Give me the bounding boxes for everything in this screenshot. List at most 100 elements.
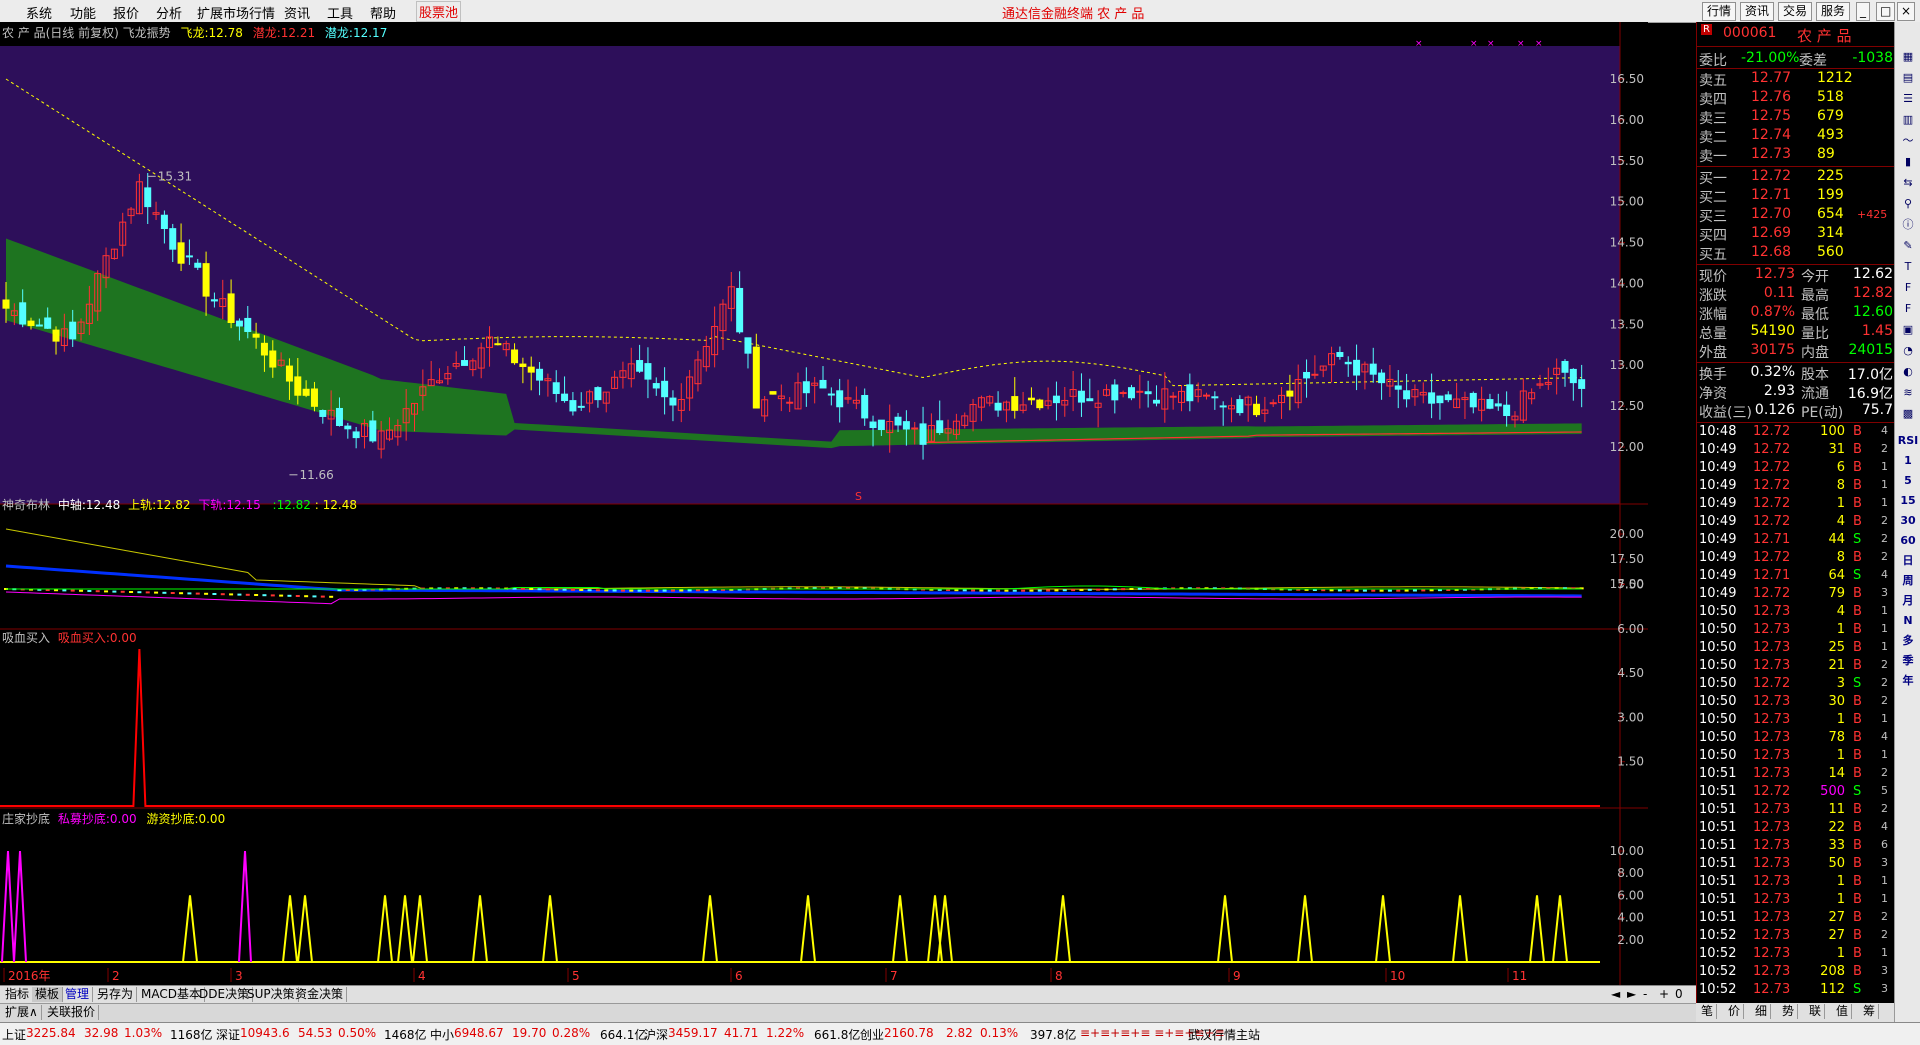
f-icon[interactable]: ▣ [1897,321,1919,339]
tick-count: 2 [1881,514,1888,527]
info-icon[interactable]: ⓘ [1897,216,1919,234]
menu-help[interactable]: 帮助 [370,3,396,22]
boll-candle [137,591,142,594]
candle-body [227,293,235,324]
close-icon[interactable]: × [1897,2,1916,21]
server-name[interactable]: 武汉行情主站 [1188,1026,1260,1043]
candle-icon[interactable]: ▮ [1897,153,1919,171]
bid-price[interactable]: 12.71 [1751,187,1791,203]
tab-related-quote[interactable]: 关联报价 [44,1005,100,1020]
compare-icon[interactable]: ⇆ [1897,174,1919,192]
stat-label: 涨幅 [1699,307,1727,323]
scroll-left-button[interactable]: ◄ [1608,987,1623,1002]
period-button[interactable]: N [1897,612,1919,630]
bid-volume: 199 [1817,187,1844,203]
period-button[interactable]: 年 [1897,672,1919,690]
boll-candle [554,588,559,591]
reset-button[interactable]: 0 [1672,987,1686,1002]
rsi-icon[interactable]: ≋ [1897,384,1919,402]
p4-axis-label: 6.00 [1617,888,1644,902]
tab-save-as[interactable]: 另存为 [94,987,138,1002]
menu-extended-market[interactable]: 扩展市场行情 [197,3,275,22]
text-icon[interactable]: T [1897,258,1919,276]
quote-tab[interactable]: 细 [1752,1004,1772,1019]
stat-label: 现价 [1699,269,1727,285]
bid-change: +425 [1857,208,1888,221]
quote-tab[interactable]: 价 [1725,1004,1745,1019]
tab-manage[interactable]: 管理 [62,987,94,1002]
tab-indicator[interactable]: 指标 [2,987,34,1002]
boll-candle [104,590,109,593]
pie-icon[interactable]: ◐ [1897,363,1919,381]
zoom-in-button[interactable]: + [1656,987,1672,1002]
ask-price[interactable]: 12.73 [1751,146,1791,162]
menu-analysis[interactable]: 分析 [156,3,182,22]
period-button[interactable]: 月 [1897,592,1919,610]
period-button[interactable]: 多 [1897,632,1919,650]
ask-price[interactable]: 12.74 [1751,127,1791,143]
candle-body [1186,384,1194,402]
quote-tab[interactable]: 笔 [1698,1004,1718,1019]
list-icon[interactable]: ☰ [1897,90,1919,108]
nav-quote-button[interactable]: 行情 [1702,2,1737,21]
period-button[interactable]: 季 [1897,652,1919,670]
zoom-out-button[interactable]: - [1640,987,1650,1002]
bid-price[interactable]: 12.72 [1751,168,1791,184]
grid-icon[interactable]: ▦ [1897,48,1919,66]
bid-price[interactable]: 12.69 [1751,225,1791,241]
vol-icon[interactable]: ▩ [1897,405,1919,423]
zoom-icon[interactable]: ⚲ [1897,195,1919,213]
cy-pct: 0.13% [980,1026,1019,1040]
tab-fund[interactable]: 资金决策 [292,987,348,1002]
bid-price[interactable]: 12.68 [1751,244,1791,260]
extension-tab-bar: 扩展∧ 关联报价 [0,1003,1696,1022]
minimize-icon[interactable]: _ [1856,2,1870,21]
line-icon[interactable]: 〜 [1897,132,1919,150]
chart-area[interactable]: 16.50 16.00 15.50 15.00 14.50 14.00 13.50 13.00… [0,22,1648,985]
candle-body [894,416,902,426]
menu-function[interactable]: 功能 [70,3,96,22]
period-button[interactable]: 1 [1897,452,1919,470]
tick-price: 12.71 [1753,532,1791,547]
ask-price[interactable]: 12.76 [1751,89,1791,105]
bar-icon[interactable]: ▥ [1897,111,1919,129]
period-button[interactable]: 日 [1897,552,1919,570]
quote-tab[interactable]: 筹 [1860,1004,1880,1019]
period-button[interactable]: 15 [1897,492,1919,510]
tab-template[interactable]: 模板 [32,987,64,1002]
quote-tab[interactable]: 势 [1779,1004,1799,1019]
tab-expand[interactable]: 扩展∧ [2,1005,42,1020]
tab-macd[interactable]: MACD基本 [138,987,205,1002]
tick-time: 10:50 [1699,622,1737,637]
quote-tab[interactable]: 值 [1833,1004,1853,1019]
period-button[interactable]: 5 [1897,472,1919,490]
f10-icon[interactable]: F [1897,279,1919,297]
menu-stock-pool[interactable]: 股票池 [416,1,462,22]
quote-tab[interactable]: 联 [1806,1004,1826,1019]
tick-time: 10:50 [1699,730,1737,745]
ask-price[interactable]: 12.75 [1751,108,1791,124]
period-button[interactable]: RSI [1897,432,1919,450]
panel4-name: 庄家抄底 [2,812,51,826]
menu-info[interactable]: 资讯 [284,3,310,22]
candle-body [736,287,744,333]
calc-icon[interactable]: ◔ [1897,342,1919,360]
menu-quote[interactable]: 报价 [113,3,139,22]
menu-tools[interactable]: 工具 [327,3,353,22]
tab-sup[interactable]: SUP决策 [244,987,299,1002]
period-button[interactable]: 60 [1897,532,1919,550]
period-button[interactable]: 周 [1897,572,1919,590]
nav-info-button[interactable]: 资讯 [1740,2,1775,21]
scroll-right-button[interactable]: ► [1624,987,1639,1002]
draw-icon[interactable]: ✎ [1897,237,1919,255]
chart-icon[interactable]: ▤ [1897,69,1919,87]
ask-price[interactable]: 12.77 [1751,70,1791,86]
bid-price[interactable]: 12.70 [1751,206,1791,222]
f-icon[interactable]: F [1897,300,1919,318]
boll-candle [545,588,550,591]
nav-service-button[interactable]: 服务 [1816,2,1851,21]
nav-trade-button[interactable]: 交易 [1778,2,1813,21]
maximize-icon[interactable]: □ [1876,2,1896,21]
menu-system[interactable]: 系统 [26,3,52,22]
period-button[interactable]: 30 [1897,512,1919,530]
